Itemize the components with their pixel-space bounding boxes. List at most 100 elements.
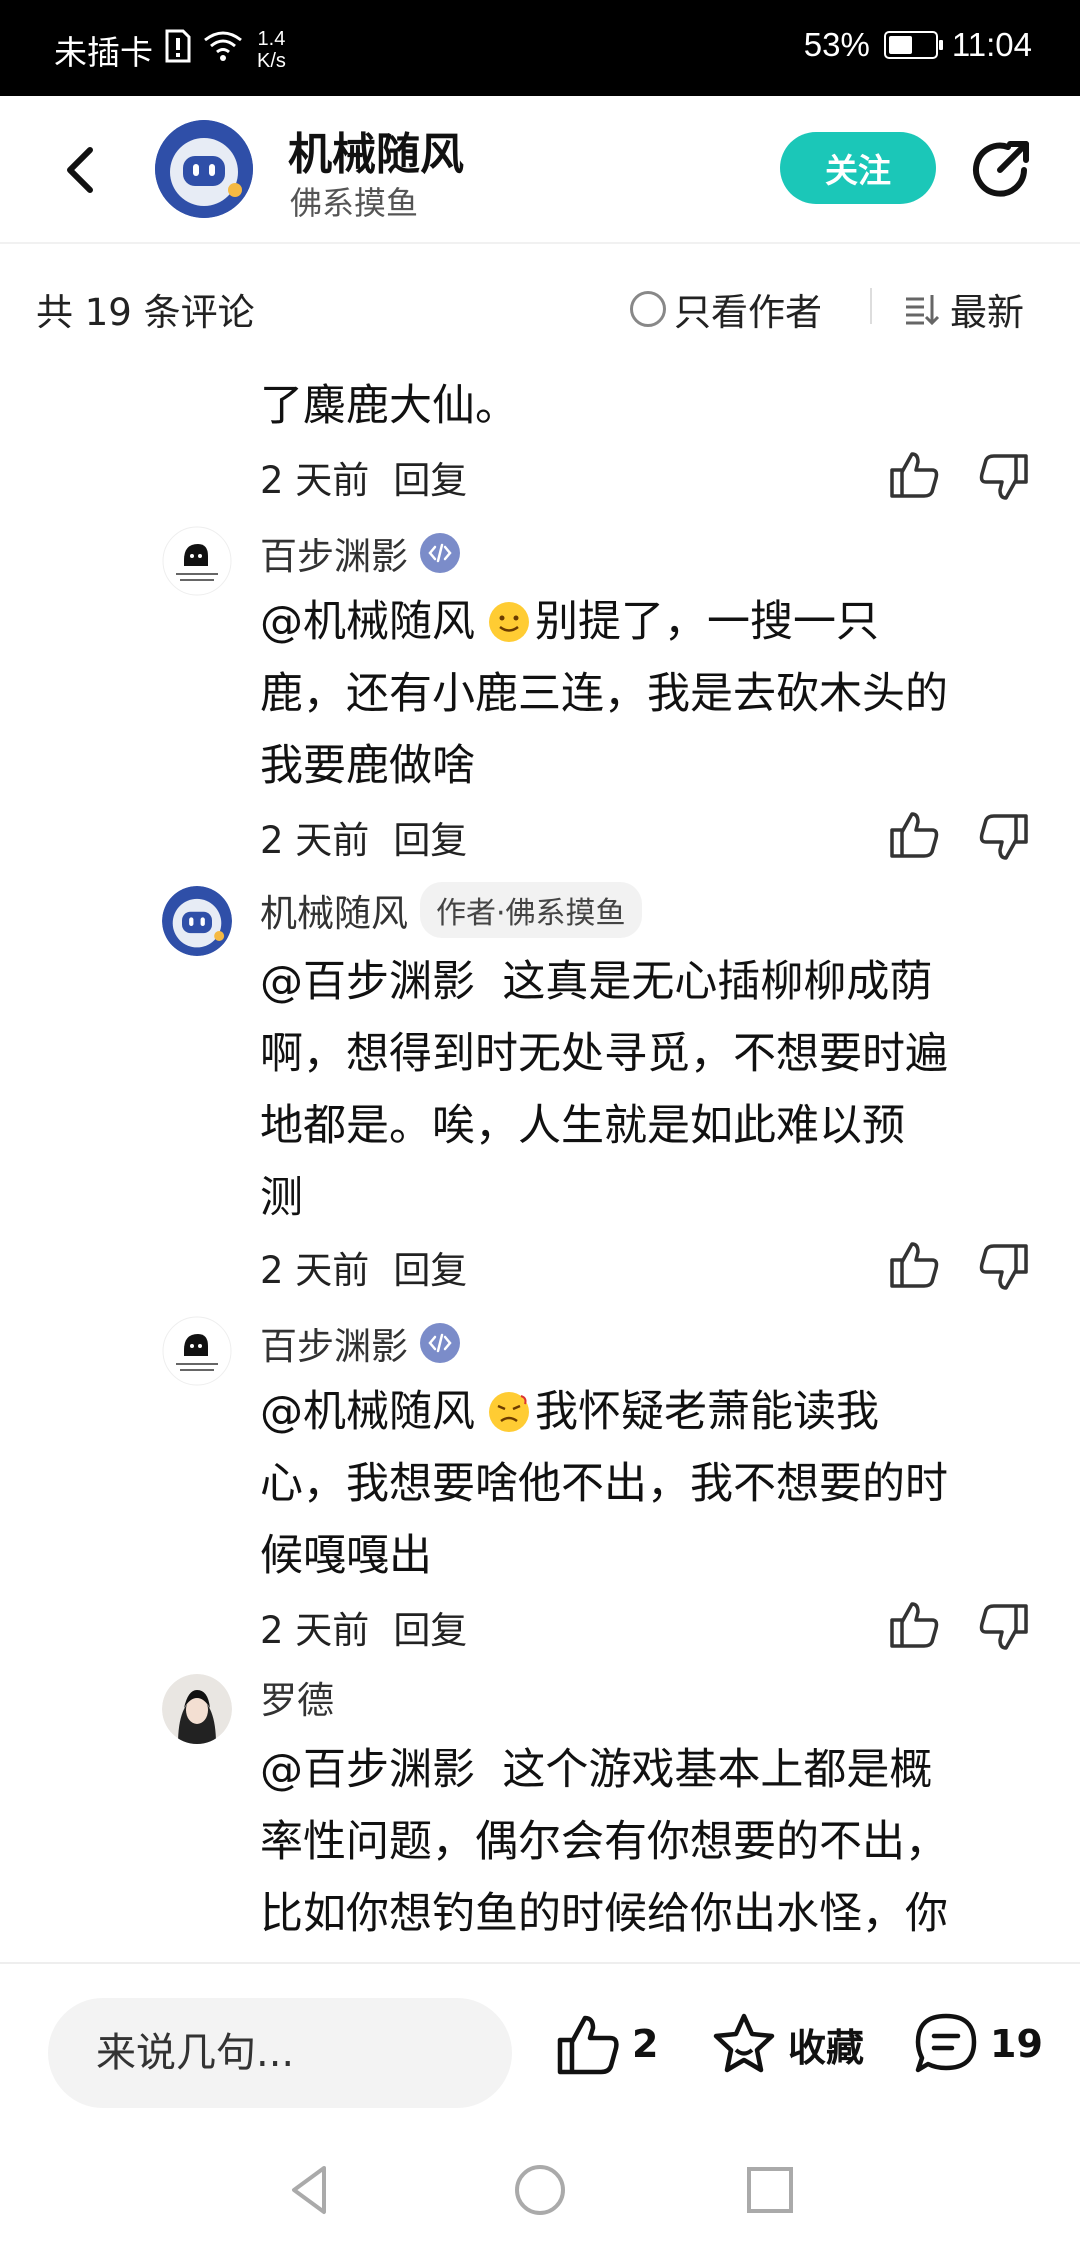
- frustrated-emoji-icon: [489, 1392, 529, 1432]
- robot-avatar-icon: [155, 120, 253, 218]
- mention-link[interactable]: @百步渊影: [260, 957, 475, 1007]
- comment-time: 2 天前: [260, 459, 370, 502]
- comments-button[interactable]: 19: [912, 2010, 1043, 2078]
- favorite-button[interactable]: 收藏: [710, 2010, 864, 2078]
- author-avatar[interactable]: [155, 120, 253, 218]
- commenter-name-row: 百步渊影: [260, 526, 460, 580]
- author-subtitle: 佛系摸鱼: [290, 184, 419, 222]
- like-button[interactable]: 2: [554, 2010, 658, 2078]
- comment-text: @机械随风 我怀疑老萧能读我 心，我想要啥他不出，我不想要的时 候嘎嘎出: [260, 1376, 1040, 1592]
- thumbs-down-icon[interactable]: [978, 1242, 1030, 1294]
- comment-text-line: 鹿，还有小鹿三连，我是去砍木头的: [260, 669, 948, 719]
- battery-percent: 53%: [803, 26, 870, 63]
- commenter-avatar[interactable]: [162, 1316, 232, 1386]
- bottom-action-bar: 2 收藏 19: [0, 1962, 1080, 2108]
- author-only-toggle[interactable]: 只看作者: [630, 282, 822, 336]
- commenter-avatar[interactable]: [162, 526, 232, 596]
- like-count: 2: [632, 2022, 659, 2066]
- chevron-left-icon: [67, 147, 93, 193]
- carrier-label: 未插卡: [54, 34, 153, 71]
- comment-text-line: 了麋鹿大仙。: [260, 381, 518, 431]
- comment-text-line: 心，我想要啥他不出，我不想要的时: [260, 1459, 948, 1509]
- network-speed-value: 1.4: [257, 28, 286, 50]
- commenter-name-row: 罗德: [260, 1670, 334, 1724]
- author-name[interactable]: 机械随风: [288, 118, 464, 182]
- share-button[interactable]: [966, 134, 1036, 204]
- comment-time: 2 天前: [260, 819, 370, 862]
- comment-text-line: @百步渊影 这个游戏基本上都是概: [260, 1734, 1040, 1806]
- smile-emoji-icon: [489, 602, 529, 642]
- commenter-name[interactable]: 罗德: [260, 1670, 334, 1724]
- commenter-avatar[interactable]: [162, 1674, 232, 1744]
- comment-meta: 2 天前 回复: [260, 1240, 467, 1294]
- comment-text-line: 比如你想钓鱼的时候给你出水怪，你: [260, 1889, 948, 1939]
- thumbs-up-icon[interactable]: [888, 448, 940, 500]
- thumbs-up-icon[interactable]: [888, 808, 940, 860]
- doodle-avatar-icon: [162, 526, 232, 596]
- status-bar: 未插卡 1.4 K/s 53% 11:04: [0, 0, 1080, 96]
- thumbs-down-icon[interactable]: [978, 452, 1030, 504]
- comment-meta: 2 天前 回复: [260, 1600, 467, 1654]
- developer-badge-icon: [420, 1323, 460, 1363]
- comment-time: 2 天前: [260, 1249, 370, 1292]
- reply-button[interactable]: 回复: [393, 459, 467, 502]
- commenter-name-row: 百步渊影: [260, 1316, 460, 1370]
- portrait-avatar-icon: [162, 1674, 232, 1744]
- mention-link[interactable]: @百步渊影: [260, 1745, 475, 1795]
- comment-text-line: @机械随风 别提了，一搜一只: [260, 586, 1040, 658]
- follow-button[interactable]: 关注: [780, 132, 936, 204]
- author-only-label: 只看作者: [674, 291, 822, 334]
- battery-icon: [883, 31, 943, 59]
- commenter-avatar[interactable]: [162, 886, 232, 956]
- comment-text: @百步渊影 这个游戏基本上都是概 率性问题，偶尔会有你想要的不出， 比如你想钓鱼…: [260, 1734, 1040, 1950]
- reply-button[interactable]: 回复: [393, 819, 467, 862]
- favorite-label: 收藏: [788, 2025, 865, 2070]
- comment-text-line: @百步渊影 这真是无心插柳柳成荫: [260, 946, 1040, 1018]
- sort-label: 最新: [950, 291, 1024, 334]
- commenter-name[interactable]: 百步渊影: [260, 526, 408, 580]
- commenter-name-row: 机械随风 作者·佛系摸鱼: [260, 882, 642, 938]
- reply-button[interactable]: 回复: [393, 1609, 467, 1652]
- mention-link[interactable]: @机械随风: [260, 597, 475, 647]
- comment-text-line: 我要鹿做啥: [260, 741, 475, 791]
- comment-text: 了麋鹿大仙。: [260, 370, 1040, 442]
- comment-count-badge: 19: [990, 2022, 1043, 2066]
- nav-recents-icon[interactable]: [740, 2160, 800, 2220]
- comment-text-first: 别提了，一搜一只: [535, 597, 879, 647]
- comment-meta: 2 天前 回复: [260, 810, 467, 864]
- radio-icon: [630, 291, 666, 327]
- author-badge: 作者·佛系摸鱼: [420, 882, 642, 938]
- comment-text-line: 地都是。唉，人生就是如此难以预: [260, 1101, 905, 1151]
- thumbs-up-icon[interactable]: [888, 1598, 940, 1650]
- nav-home-icon[interactable]: [510, 2160, 570, 2220]
- sort-icon: [906, 295, 940, 326]
- wifi-icon: [203, 30, 243, 70]
- sort-button[interactable]: 最新: [904, 282, 1024, 336]
- comment-text-first: 这真是无心插柳柳成荫: [502, 957, 933, 1007]
- comment-text-line: @机械随风 我怀疑老萧能读我: [260, 1376, 1040, 1448]
- share-icon: [973, 141, 1029, 197]
- comment-text-first: 这个游戏基本上都是概: [502, 1745, 933, 1795]
- thumbs-down-icon[interactable]: [978, 1602, 1030, 1654]
- sim-alert-icon: [165, 29, 191, 71]
- mention-link[interactable]: @机械随风: [260, 1387, 475, 1437]
- clock: 11:04: [951, 26, 1032, 63]
- comment-text-line: 候嘎嘎出: [260, 1531, 432, 1581]
- commenter-name[interactable]: 百步渊影: [260, 1316, 408, 1370]
- thumbs-down-icon[interactable]: [978, 812, 1030, 864]
- commenter-name[interactable]: 机械随风: [260, 883, 408, 937]
- star-icon: [713, 2013, 775, 2073]
- comment-input[interactable]: [48, 1998, 512, 2108]
- nav-back-icon[interactable]: [280, 2160, 340, 2220]
- developer-badge-icon: [420, 533, 460, 573]
- comment-count: 共 19 条评论: [36, 291, 255, 334]
- network-speed-unit: K/s: [257, 50, 286, 72]
- reply-button[interactable]: 回复: [393, 1249, 467, 1292]
- thumbs-up-icon[interactable]: [888, 1238, 940, 1290]
- system-nav-bar: [0, 2130, 1080, 2244]
- doodle-avatar-icon: [162, 1316, 232, 1386]
- comment-time: 2 天前: [260, 1609, 370, 1652]
- comment-text: @机械随风 别提了，一搜一只 鹿，还有小鹿三连，我是去砍木头的 我要鹿做啥: [260, 586, 1040, 802]
- back-button[interactable]: [54, 140, 114, 200]
- network-speed: 1.4 K/s: [257, 28, 286, 72]
